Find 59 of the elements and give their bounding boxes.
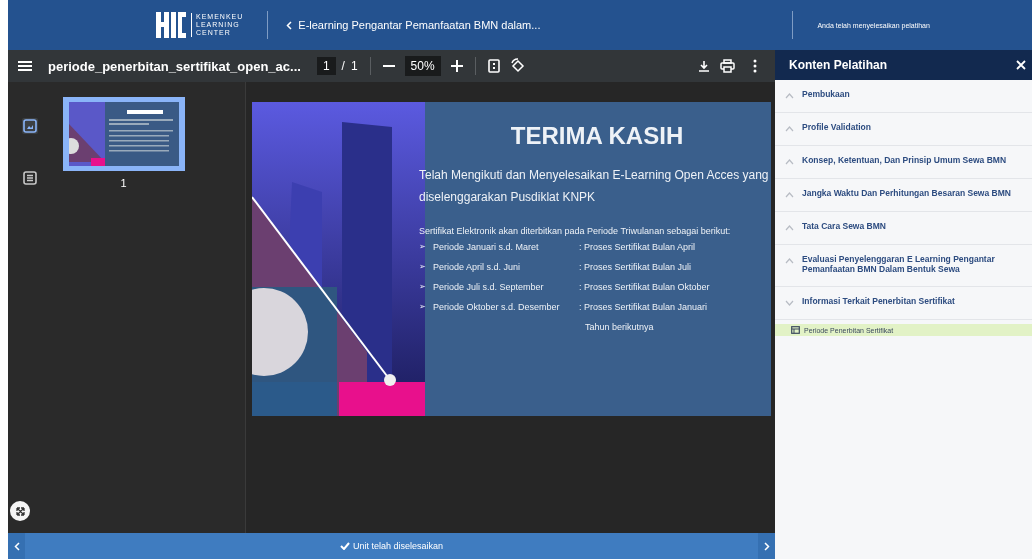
section-item[interactable]: Evaluasi Penyelenggaran E Learning Pengantar Pemanfaatan BMN Dalam Bentuk Sewa (775, 245, 1032, 287)
zoom-in-icon[interactable] (450, 60, 463, 72)
menu-icon[interactable] (18, 60, 32, 72)
section-item[interactable]: Jangka Waktu Dan Perhitungan Besaran Sewa BMN (775, 179, 1032, 212)
unit-status: Unit telah diselesaikan (352, 541, 444, 551)
print-icon[interactable] (720, 59, 735, 73)
chevron-icon (785, 258, 794, 264)
bullet-arrow: ➢ (419, 302, 427, 312)
next-button[interactable] (758, 533, 775, 559)
file-name: periode_penerbitan_sertifikat_open_ac... (48, 58, 301, 74)
bullet-arrow: ➢ (419, 242, 427, 252)
previous-button[interactable] (8, 533, 25, 559)
process-text: : Proses Sertifikat Bulan Oktober (579, 282, 711, 292)
more-icon[interactable] (753, 59, 757, 73)
page-separator: / (341, 59, 345, 73)
chevron-icon (785, 300, 794, 306)
chevron-icon (785, 93, 794, 99)
period-text: Periode April s.d. Juni (433, 262, 522, 272)
page-thumbnail[interactable] (62, 97, 185, 171)
page-total: 1 (350, 59, 358, 73)
rotate-icon[interactable] (509, 58, 526, 74)
back-link[interactable]: E-learning Pengantar Pemanfaatan BMN dalam... (286, 19, 541, 31)
chevron-icon (785, 225, 794, 231)
document-icon (791, 326, 800, 334)
page-number-label: 1 (120, 177, 127, 189)
process-text: : Proses Sertifikat Bulan Januari (579, 302, 709, 312)
bullet-arrow: ➢ (419, 262, 427, 272)
section-item[interactable]: Informasi Terkait Penerbitan Sertifikat (775, 287, 1032, 320)
period-text: Periode Januari s.d. Maret (433, 242, 540, 252)
process-text: : Proses Sertifikat Bulan Juli (579, 262, 693, 272)
period-text: Periode Juli s.d. September (433, 282, 545, 292)
period-text: Periode Oktober s.d. Desember (433, 302, 561, 312)
outline-view-icon[interactable] (22, 170, 38, 186)
download-icon[interactable] (698, 59, 710, 73)
slide-subtitle: Telah Mengikuti dan Menyelesaikan E-Learning Open Acces yang diselenggarakan Pusdiklat KNPK (419, 167, 769, 206)
chevron-left-icon (286, 20, 293, 30)
slide-intro: Sertifikat Elektronik akan diterbitkan pada Periode Triwulanan sebagai berikut: (419, 226, 732, 236)
process-text: Tahun berikutnya (584, 322, 655, 332)
expand-arrows-icon (15, 506, 25, 516)
chevron-left-icon (13, 541, 20, 551)
fit-page-icon[interactable] (487, 59, 500, 73)
chevron-right-icon (763, 541, 770, 551)
thumbnail-view-icon[interactable] (22, 118, 38, 134)
slide-title: TERIMA KASIH (510, 122, 684, 150)
section-item[interactable]: Tata Cara Sewa BMN (775, 212, 1032, 245)
bullet-arrow: ➢ (419, 282, 427, 292)
section-item[interactable]: Pembukaan (775, 80, 1032, 113)
process-text: : Proses Sertifikat Bulan April (579, 242, 697, 252)
page-number-field[interactable]: 1 (316, 57, 336, 75)
chevron-icon (785, 159, 794, 165)
check-icon (339, 542, 350, 550)
panel-title: Konten Pelatihan (789, 58, 887, 72)
section-item[interactable]: Profile Validation (775, 113, 1032, 146)
zoom-field[interactable]: 50% (404, 56, 441, 76)
chevron-icon (785, 192, 794, 198)
chevron-icon (785, 126, 794, 132)
logo-icon (156, 12, 186, 38)
section-item[interactable]: Konsep, Ketentuan, Dan Prinsip Umum Sewa BMN (775, 146, 1032, 179)
close-icon[interactable] (1016, 60, 1026, 70)
